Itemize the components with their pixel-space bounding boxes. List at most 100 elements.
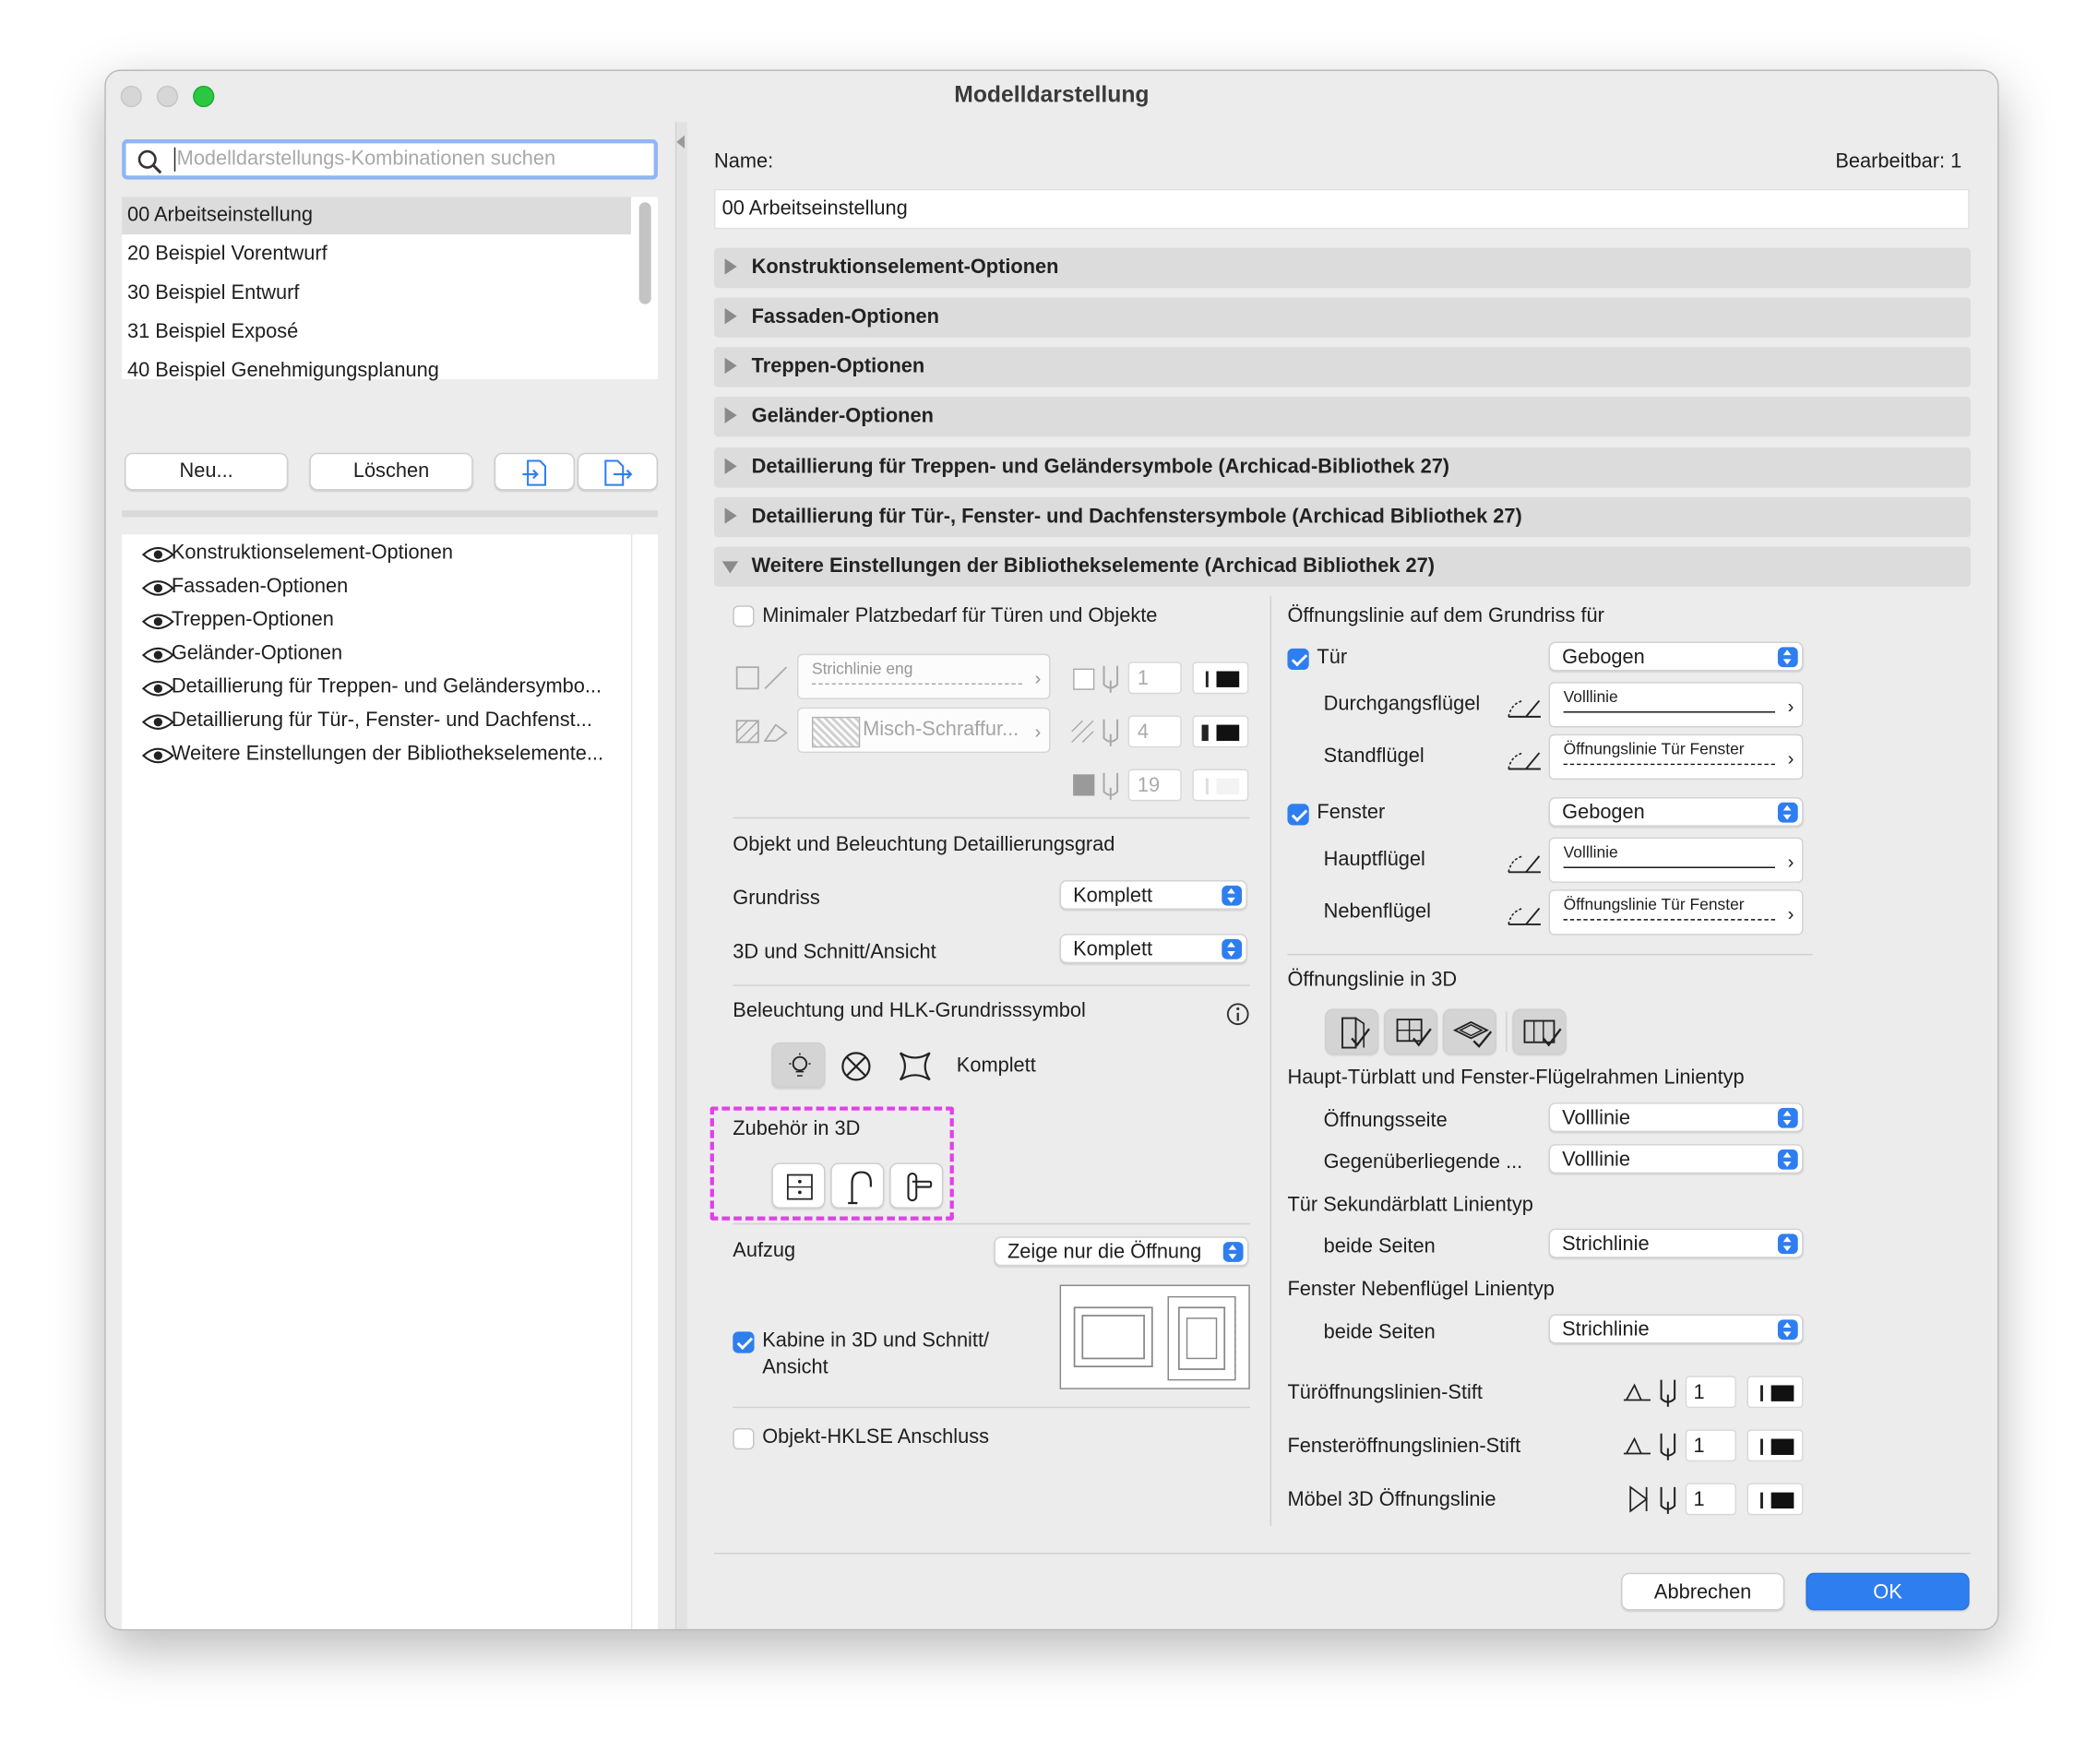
section-title: Konstruktionselement-Optionen [751,256,1059,280]
select-value: Volllinie [1562,1106,1631,1130]
detail-level-title: Objekt und Beleuchtung Detaillierungsgra… [733,833,1115,856]
select-arrows-icon [1222,1242,1244,1262]
door-check-icon [1341,1017,1370,1049]
min-space-checkbox[interactable] [733,605,755,627]
cancel-button[interactable]: Abbrechen [1621,1572,1785,1611]
door-fixed-line-selector[interactable]: Öffnungslinie Tür Fenster › [1548,733,1804,781]
window-pen-field[interactable]: 1 [1685,1429,1736,1462]
accessory-handle-button[interactable] [889,1162,944,1209]
window-main-line-selector[interactable]: Volllinie › [1548,837,1804,883]
accessory-faucet-button[interactable] [830,1162,885,1209]
fill-type-icon [735,720,788,744]
section-header-facade[interactable]: Fassaden-Optionen [713,297,1972,338]
opening-3d-window-button[interactable] [1384,1008,1438,1055]
min-space-label: Minimaler Platzbedarf für Türen und Obje… [762,603,1158,627]
select-value: Komplett [1073,937,1153,961]
opening-swing-icon [1508,699,1541,718]
fill-type-value: Misch-Schraffur... [863,718,1019,742]
lamp-symbol-icon[interactable] [840,1050,872,1082]
section-detail-select[interactable]: Komplett [1059,934,1247,964]
section-header-stair-symbols[interactable]: Detaillierung für Treppen- und Geländers… [713,447,1972,488]
accessory-cabinet-button[interactable] [771,1162,826,1209]
section-title: Fassaden-Optionen [751,305,939,328]
pen-color-swatch[interactable] [1192,662,1249,695]
section-view-label: 3D und Schnitt/Ansicht [733,940,936,964]
cabinet-icon [786,1174,813,1200]
door-pass-line-selector[interactable]: Volllinie › [1548,682,1804,728]
cabin-checkbox[interactable] [733,1331,755,1353]
opening-3d-title: Öffnungslinie in 3D [1287,968,1458,992]
section-header-library[interactable]: Weitere Einstellungen der Bibliotheksele… [713,546,1972,588]
disclosure-triangle-icon [724,307,737,325]
section-header-stairs[interactable]: Treppen-Optionen [713,347,1972,387]
door-checkbox[interactable] [1287,648,1309,671]
pen-number-field[interactable]: 4 [1127,715,1182,748]
separator [733,984,1250,986]
furniture-pen-field[interactable]: 1 [1685,1483,1736,1516]
opening-line-title: Öffnungslinie auf dem Grundriss für [1287,603,1604,627]
door-opening-select[interactable]: Gebogen [1548,641,1804,672]
floorplan-label: Grundriss [733,887,820,910]
chevron-right-icon: › [1787,695,1794,717]
window-side-line-selector[interactable]: Öffnungslinie Tür Fenster › [1548,889,1804,936]
hklse-checkbox[interactable] [733,1427,755,1450]
section-header-railing[interactable]: Geländer-Optionen [713,396,1972,437]
pen-color-swatch[interactable] [1192,769,1249,802]
disclosure-triangle-icon [724,357,737,375]
fill-type-selector[interactable]: Misch-Schraffur... › [796,707,1051,754]
furniture-pen-color[interactable] [1746,1483,1804,1516]
pen-number: 1 [1693,1381,1705,1404]
elevator-select[interactable]: Zeige nur die Öffnung [994,1236,1249,1267]
window-opening-select[interactable]: Gebogen [1548,796,1804,827]
pen-color-swatch[interactable] [1192,715,1249,748]
light-bulb-icon [789,1053,811,1077]
roof-window-check-icon [1452,1020,1493,1048]
secondary-line-select[interactable]: Strichlinie [1548,1228,1804,1258]
section-title: Weitere Einstellungen der Bibliotheksele… [751,554,1435,578]
pen-number-field[interactable]: 19 [1127,769,1182,802]
pen-weight-bar [1760,1492,1763,1509]
section-header-door-symbols[interactable]: Detaillierung für Tür-, Fenster- und Dac… [713,496,1972,538]
door-pen-color[interactable] [1746,1376,1804,1409]
opening-3d-cabinet-button[interactable] [1512,1008,1567,1055]
window-side-line-select[interactable]: Strichlinie [1548,1314,1804,1344]
line-value: Öffnungslinie Tür Fenster [1563,739,1745,758]
line-type-selector[interactable]: Strichlinie eng › [796,653,1051,699]
elevator-preview-drawing [1073,1295,1236,1381]
pen-number-field[interactable]: 1 [1127,662,1182,695]
window-checkbox[interactable] [1287,804,1309,826]
furniture-opening-icon [1629,1485,1649,1513]
line-sample [1563,919,1776,921]
faucet-icon [848,1171,872,1205]
name-field[interactable]: 00 Arbeitseinstellung [713,188,1970,230]
opening-3d-door-button[interactable] [1325,1008,1379,1055]
section-header-construction[interactable]: Konstruktionselement-Optionen [713,247,1972,289]
door-pen-field[interactable]: 1 [1685,1376,1736,1409]
window-pen-color[interactable] [1746,1429,1804,1462]
cabin-label-line1: Kabine in 3D und Schnitt/ [762,1329,990,1353]
line-value: Volllinie [1563,686,1618,707]
chevron-right-icon: › [1034,721,1042,743]
lighting-value: Komplett [956,1054,1036,1078]
floorplan-detail-select[interactable]: Komplett [1059,880,1247,910]
lighting-full-button[interactable] [771,1042,826,1089]
ok-button[interactable]: OK [1806,1572,1970,1611]
furniture-pen-label: Möbel 3D Öffnungslinie [1287,1488,1496,1511]
background-pen-icon [1073,774,1095,796]
line-type-value: Strichlinie eng [811,659,913,678]
fill-pattern-swatch [811,716,861,748]
info-icon[interactable] [1226,1002,1250,1026]
select-arrows-icon [1777,1319,1798,1341]
hklse-label: Objekt-HKLSE Anschluss [762,1425,990,1448]
line-value: Öffnungslinie Tür Fenster [1563,895,1745,914]
select-value: Strichlinie [1562,1317,1650,1341]
disclosure-triangle-open-icon [721,561,739,574]
opening-3d-roofwindow-button[interactable] [1442,1008,1496,1055]
name-value: 00 Arbeitseinstellung [721,197,908,220]
select-value: Gebogen [1562,645,1645,669]
column-separator [1270,596,1272,1526]
open-side-select[interactable]: Volllinie [1548,1102,1804,1133]
door-pen-label: Türöffnungslinien-Stift [1287,1381,1483,1404]
fixture-outline-icon[interactable] [896,1049,934,1084]
opposite-side-select[interactable]: Volllinie [1548,1144,1804,1174]
